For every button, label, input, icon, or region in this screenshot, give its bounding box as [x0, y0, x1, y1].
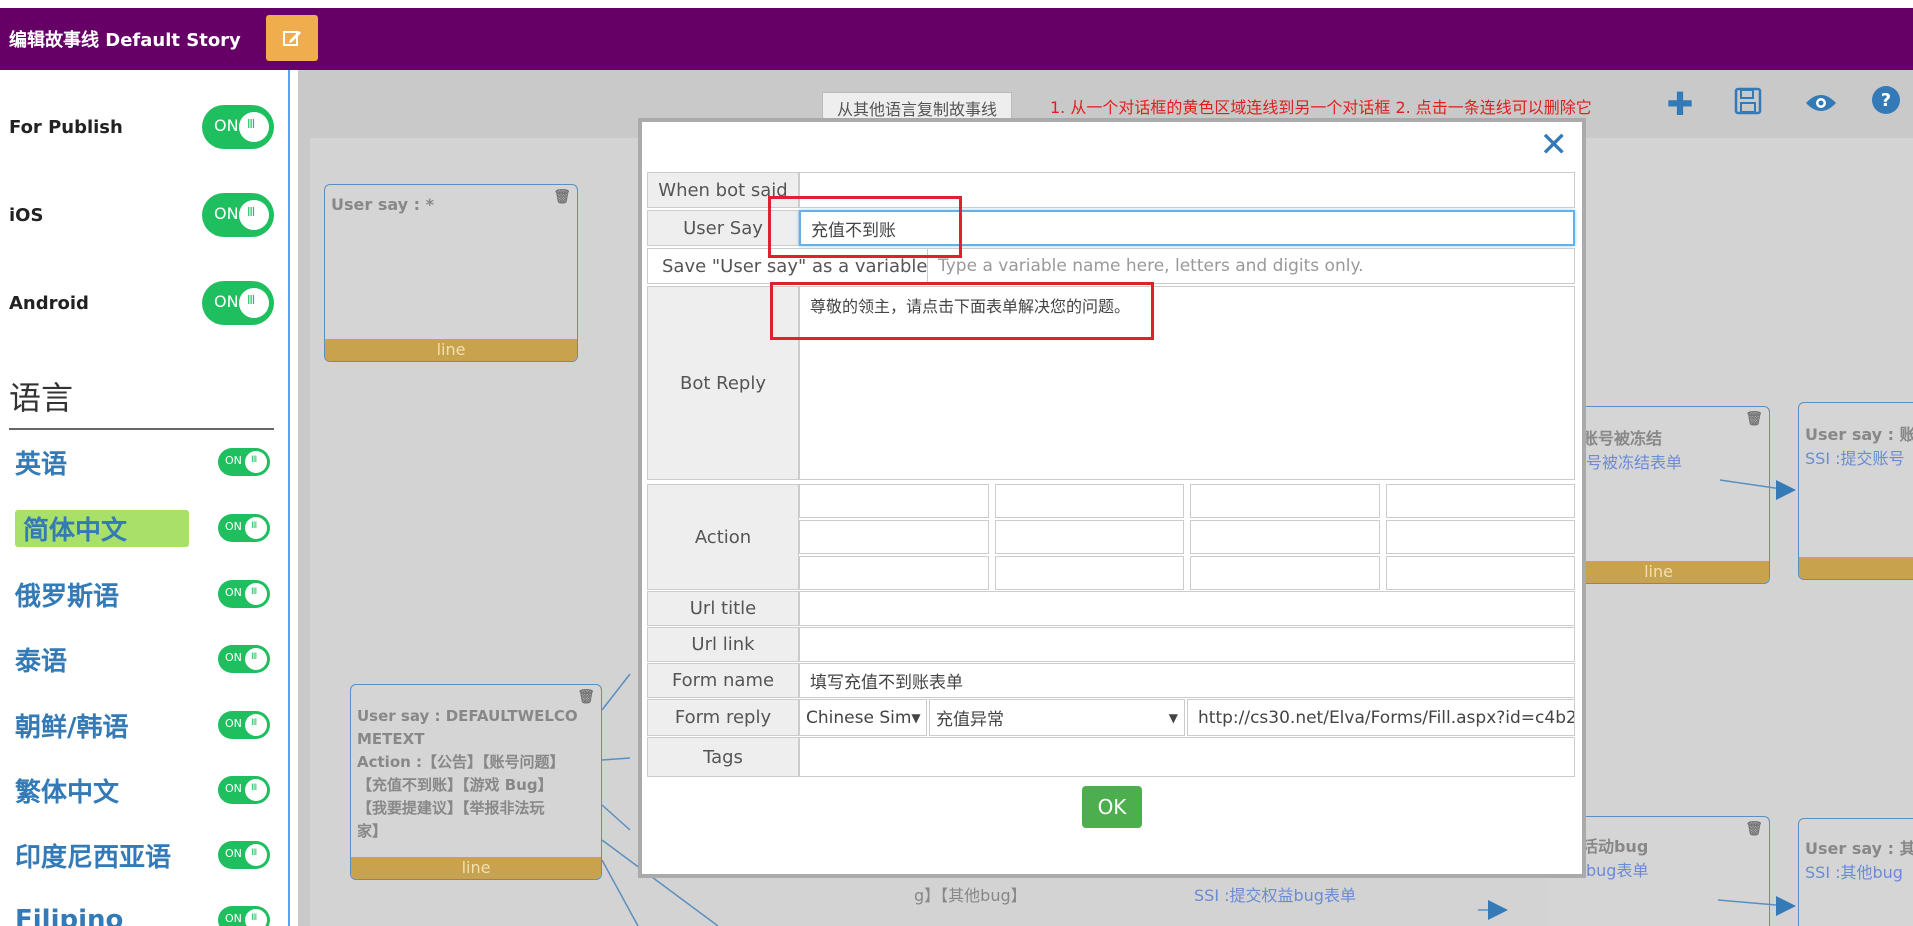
platform-for-publish: For Publish ON [9, 102, 274, 152]
language-item[interactable]: 繁体中文 ON [15, 770, 270, 810]
url-link-input[interactable] [799, 627, 1575, 662]
language-toggle[interactable]: ON [218, 906, 270, 926]
highlight-box [770, 282, 1154, 340]
page-title: 编辑故事线 Default Story [9, 30, 241, 51]
action-input[interactable] [1385, 520, 1575, 554]
form-name-input[interactable]: 填写充值不到账表单 [799, 663, 1575, 698]
form-name-label: Form name [647, 663, 799, 698]
language-item[interactable]: 印度尼西亚语 ON [15, 835, 270, 875]
for-publish-toggle[interactable]: ON [202, 105, 274, 149]
language-label: 简体中文 [15, 509, 189, 547]
action-grid [799, 484, 1575, 590]
action-input[interactable] [1385, 484, 1575, 518]
platform-label: For Publish [9, 116, 123, 138]
action-input[interactable] [799, 556, 989, 590]
language-toggle[interactable]: ON [218, 841, 270, 869]
ios-toggle[interactable]: ON [202, 193, 274, 237]
tags-label: Tags [647, 737, 799, 777]
divider [9, 428, 274, 430]
languages-title: 语言 [9, 379, 74, 417]
select-value: 充值异常 [936, 710, 1004, 730]
form-name-row: Form name 填写充值不到账表单 [647, 663, 1575, 698]
form-reply-language-select[interactable]: Chinese Sim ▼ [799, 699, 927, 736]
url-link-row: Url link [647, 627, 1575, 662]
highlight-box [768, 196, 962, 258]
form-reply-row: Form reply Chinese Sim ▼ 充值异常 ▼ http://cs3… [647, 699, 1575, 736]
chevron-down-icon: ▼ [911, 710, 921, 725]
language-item[interactable]: 英语 ON [15, 442, 270, 482]
language-label: 英语 [15, 449, 68, 480]
action-input[interactable] [994, 556, 1184, 590]
edit-dialog-modal: ✕ When bot said User Say 充值不到账 Save "Use… [638, 118, 1586, 878]
language-label: 泰语 [15, 646, 68, 677]
language-toggle[interactable]: ON [218, 514, 270, 542]
url-title-label: Url title [647, 591, 799, 626]
android-toggle[interactable]: ON [202, 281, 274, 325]
action-input[interactable] [994, 484, 1184, 518]
select-value: Chinese Sim [806, 707, 912, 728]
language-label: 俄罗斯语 [15, 581, 120, 612]
action-input[interactable] [1190, 484, 1380, 518]
platform-android: Android ON [9, 278, 274, 328]
language-label: Filipino [15, 905, 124, 926]
language-toggle[interactable]: ON [218, 448, 270, 476]
chevron-down-icon: ▼ [1168, 710, 1178, 725]
form-reply-url-input[interactable]: http://cs30.net/Elva/Forms/Fill.aspx?id=… [1187, 699, 1575, 736]
platform-label: iOS [9, 204, 44, 226]
edit-title-button[interactable] [266, 15, 318, 61]
platform-ios: iOS ON [9, 190, 274, 240]
action-label: Action [647, 484, 799, 590]
language-toggle[interactable]: ON [218, 711, 270, 739]
action-input[interactable] [1190, 520, 1380, 554]
language-label: 繁体中文 [15, 777, 120, 808]
language-item[interactable]: Filipino ON [15, 900, 270, 926]
edit-icon [283, 31, 301, 46]
tags-row: Tags [647, 737, 1575, 777]
url-title-input[interactable] [799, 591, 1575, 626]
action-input[interactable] [799, 484, 989, 518]
action-input[interactable] [1190, 556, 1380, 590]
form-reply-label: Form reply [647, 699, 799, 736]
header-bar: 编辑故事线 Default Story [0, 0, 1913, 70]
language-item[interactable]: 朝鲜/韩语 ON [15, 705, 270, 745]
language-toggle[interactable]: ON [218, 580, 270, 608]
language-item[interactable]: 泰语 ON [15, 639, 270, 679]
close-icon[interactable]: ✕ [1540, 128, 1569, 162]
sidebar: For Publish ON iOS ON Android ON 语言 英语 O… [0, 70, 290, 926]
language-toggle[interactable]: ON [218, 645, 270, 673]
language-label: 朝鲜/韩语 [15, 712, 129, 743]
action-row: Action [647, 484, 1575, 590]
action-input[interactable] [1385, 556, 1575, 590]
tags-input[interactable] [799, 737, 1575, 777]
language-item[interactable]: 俄罗斯语 ON [15, 574, 270, 614]
url-link-label: Url link [647, 627, 799, 662]
ok-button[interactable]: OK [1082, 786, 1142, 828]
save-variable-input[interactable]: Type a variable name here, letters and d… [927, 248, 1575, 284]
url-title-row: Url title [647, 591, 1575, 626]
action-input[interactable] [799, 520, 989, 554]
action-input[interactable] [994, 520, 1184, 554]
platform-label: Android [9, 292, 89, 314]
language-label: 印度尼西亚语 [15, 842, 172, 873]
language-item-active[interactable]: 简体中文 ON [15, 508, 270, 548]
language-toggle[interactable]: ON [218, 776, 270, 804]
form-reply-category-select[interactable]: 充值异常 ▼ [929, 699, 1185, 736]
